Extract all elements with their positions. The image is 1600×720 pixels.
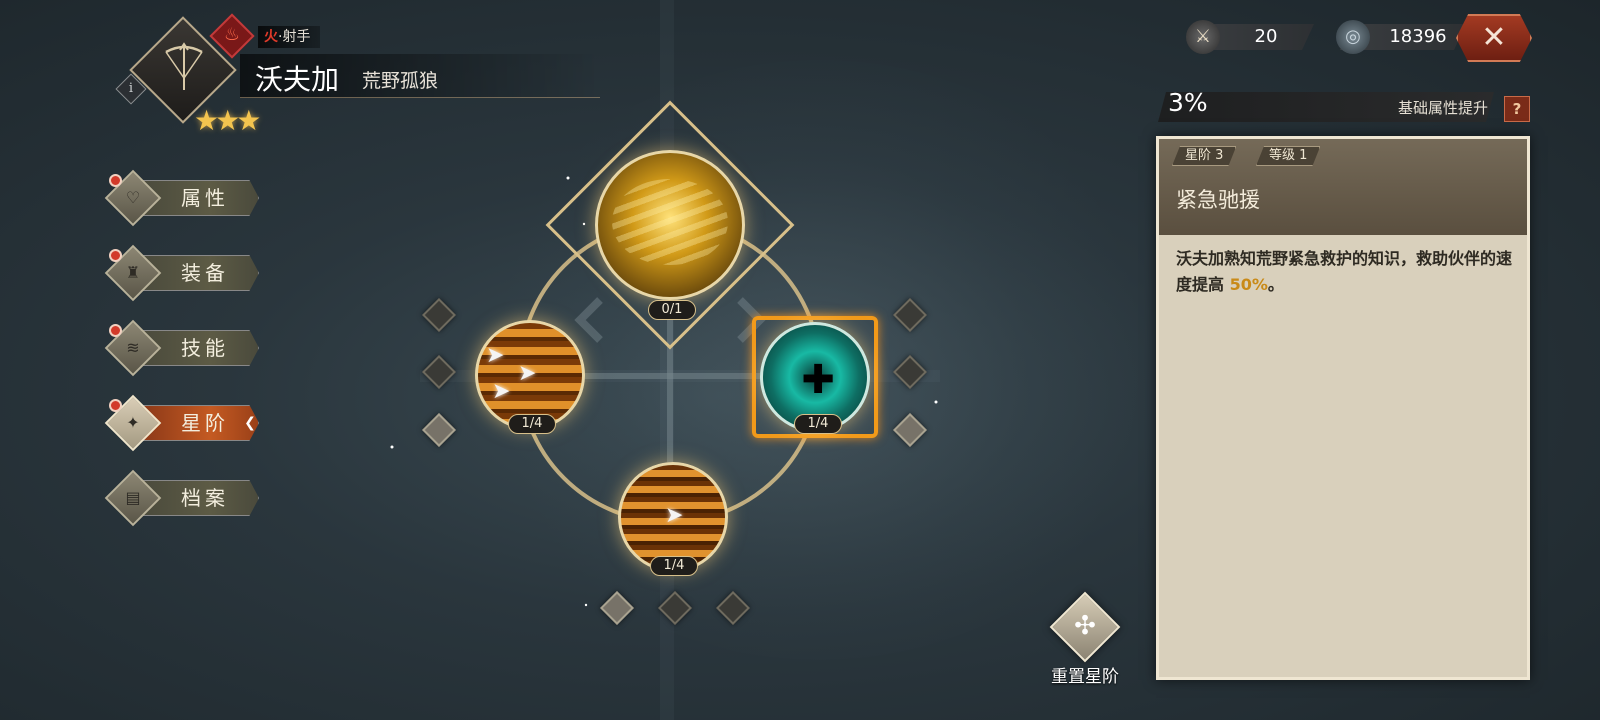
bonus-label: 基础属性提升 — [1397, 99, 1488, 117]
puzzle-icon[interactable]: ✣ — [1066, 607, 1104, 645]
notification-dot — [109, 249, 122, 262]
menu-item-skills[interactable]: ≋ 技能 — [104, 319, 265, 377]
menu-label: 装备 — [181, 261, 229, 285]
arrow-icon: ➤ — [518, 361, 537, 386]
level-tag: 等级 1 — [1256, 146, 1320, 166]
bonus-value: 3% — [1168, 88, 1208, 117]
notification-dot — [109, 399, 122, 412]
menu-label: 档案 — [181, 486, 229, 510]
info-icon[interactable]: i — [120, 78, 142, 100]
progress-slot — [422, 298, 456, 332]
notification-dot — [109, 174, 122, 187]
heart-icon: ♡ — [125, 188, 141, 207]
reset-label: 重置星阶 — [1051, 667, 1119, 687]
menu-label: 星阶 — [181, 411, 229, 435]
bow-icon — [165, 42, 203, 90]
arrow-icon: ➤ — [492, 379, 511, 404]
heal-cross-icon: ✚ — [801, 357, 835, 403]
desc-highlight: 50% — [1229, 275, 1268, 294]
armor-icon: ♜ — [125, 263, 141, 282]
element-label: 火 — [264, 29, 278, 45]
menu-label: 技能 — [181, 336, 229, 360]
node-count-top: 0/1 — [648, 300, 696, 320]
chevron-left-icon: ❮ — [244, 415, 256, 431]
hero-name: 沃夫加 — [255, 63, 340, 96]
skill-description: 沃夫加熟知荒野紧急救护的知识，救助伙伴的速度提高 50%。 — [1176, 246, 1516, 298]
hero-title: 荒野孤狼 — [362, 70, 439, 92]
notification-dot — [109, 324, 122, 337]
resource-value-1: 20 — [1254, 26, 1278, 47]
arrow-icon: ➤ — [486, 343, 505, 368]
resource-value-2: 18396 — [1389, 26, 1447, 47]
profile-icon: ▤ — [125, 488, 141, 507]
close-icon[interactable]: ✕ — [1456, 14, 1532, 62]
class-label: 射手 — [282, 29, 311, 45]
menu-label: 属性 — [181, 186, 229, 210]
node-count-left: 1/4 — [508, 414, 556, 434]
skill-icon: ≋ — [126, 338, 140, 357]
skill-node-top[interactable] — [595, 150, 745, 300]
bone-token-icon: ⚔ — [1186, 20, 1220, 54]
skill-name: 紧急驰援 — [1176, 188, 1260, 212]
star-rank-tag: 星阶 3 — [1172, 146, 1236, 166]
menu-item-star-rank[interactable]: ✦ 星阶 ❮ — [104, 394, 265, 452]
element-class-tag: 火·射手 — [258, 26, 321, 48]
node-count-right: 1/4 — [794, 414, 842, 434]
fire-icon: ♨ — [223, 24, 241, 45]
help-button[interactable]: ? — [1504, 96, 1530, 122]
silver-coin-icon: ◎ — [1336, 20, 1370, 54]
menu-item-attributes[interactable]: ♡ 属性 — [104, 169, 265, 227]
star-compass-icon: ✦ — [126, 413, 140, 432]
desc-text: 沃夫加熟知荒野紧急救护的知识，救助伙伴的速度提高 — [1176, 249, 1513, 294]
desc-suffix: 。 — [1267, 275, 1284, 294]
star-rating: ★★★ — [194, 104, 261, 137]
menu-item-equipment[interactable]: ♜ 装备 — [104, 244, 265, 302]
node-count-bottom: 1/4 — [650, 556, 698, 576]
spear-icon: ➤ — [665, 503, 684, 528]
menu-item-profile[interactable]: ▤ 档案 — [104, 469, 265, 527]
progress-slot — [422, 355, 456, 389]
progress-slot — [422, 413, 456, 447]
